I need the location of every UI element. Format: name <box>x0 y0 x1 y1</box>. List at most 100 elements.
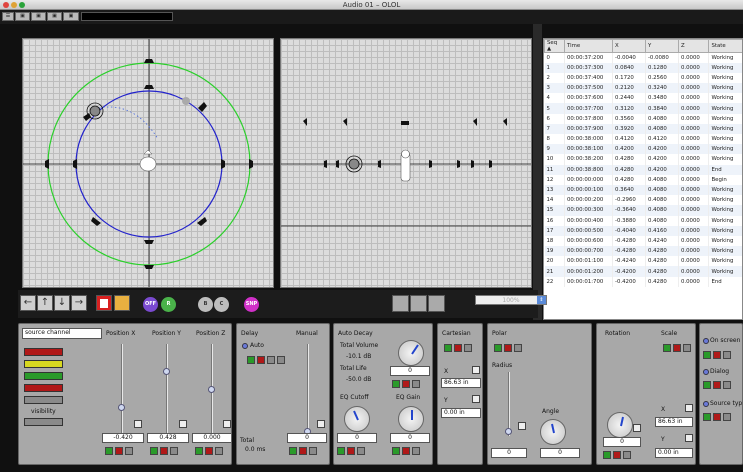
channel-color-green[interactable] <box>24 372 63 380</box>
angle-field[interactable]: 0 <box>540 448 580 458</box>
cart-red[interactable] <box>454 344 462 352</box>
zoom-window-button[interactable] <box>19 2 25 8</box>
type-red[interactable] <box>713 413 721 421</box>
view-button-3[interactable] <box>428 295 445 312</box>
manual-delay-slider[interactable] <box>304 344 311 436</box>
table-row[interactable]: 17 00:00:00:500 -0.4040 0.4160 0.0000 Working <box>544 225 742 236</box>
gain-green[interactable] <box>392 447 400 455</box>
col-header-x[interactable]: X <box>612 39 646 53</box>
manual-red[interactable] <box>299 447 307 455</box>
channel-color-grey[interactable] <box>24 396 63 404</box>
cart-green[interactable] <box>444 344 452 352</box>
side-view-panel[interactable] <box>280 38 532 288</box>
table-row[interactable]: 18 00:00:00:600 -0.4280 0.4240 0.0000 Working <box>544 235 742 247</box>
b-button[interactable]: B <box>198 297 213 312</box>
pos-z-green[interactable] <box>195 447 203 455</box>
table-row[interactable]: 9 00:00:38:100 0.4200 0.4200 0.0000 Working <box>544 144 742 155</box>
channel-color-red-2[interactable] <box>24 384 63 392</box>
rot-x-lock[interactable] <box>685 404 693 412</box>
rot-x-field[interactable]: 86.63 in <box>655 417 693 427</box>
pos-z-red[interactable] <box>205 447 213 455</box>
visibility-toggle[interactable] <box>24 418 63 426</box>
position-y-knob[interactable] <box>163 368 170 376</box>
r-button[interactable]: R <box>161 297 176 312</box>
scale-grey[interactable] <box>683 344 691 352</box>
rotation-dial[interactable] <box>607 412 633 438</box>
eq-cutoff-field[interactable]: 0 <box>337 433 377 443</box>
move-down-button[interactable]: ↓ <box>54 295 70 311</box>
angle-dial[interactable] <box>540 419 566 445</box>
eq-gain-dial[interactable] <box>398 406 424 432</box>
radius-slider[interactable] <box>505 372 512 436</box>
polar-red[interactable] <box>504 344 512 352</box>
move-up-button[interactable]: ↑ <box>37 295 53 311</box>
gain-red[interactable] <box>402 447 410 455</box>
manual-delay-field[interactable]: 0 <box>287 433 327 443</box>
type-grey[interactable] <box>723 413 731 421</box>
eq-gain-field[interactable]: 0 <box>390 433 430 443</box>
table-row[interactable]: 4 00:00:37:600 0.2440 0.3480 0.0000 Working <box>544 93 742 104</box>
top-view-panel[interactable] <box>22 38 274 288</box>
move-left-button[interactable]: ← <box>20 295 36 311</box>
table-row[interactable]: 8 00:00:38:000 0.4120 0.4120 0.0000 Working <box>544 134 742 145</box>
cart-y-lock[interactable] <box>472 395 480 403</box>
volume-dial[interactable] <box>398 340 424 366</box>
pos-x-green[interactable] <box>105 447 113 455</box>
position-z-slider[interactable] <box>208 344 215 436</box>
table-row[interactable]: 5 00:00:37:700 0.3120 0.3840 0.0000 Working <box>544 103 742 114</box>
col-header-time[interactable]: Time <box>564 39 613 53</box>
table-row[interactable]: 19 00:00:00:700 -0.4280 0.4280 0.0000 Working <box>544 246 742 257</box>
position-x-slider[interactable] <box>118 344 125 436</box>
table-row[interactable]: 14 00:00:00:200 -0.2960 0.4080 0.0000 Working <box>544 195 742 206</box>
pos-y-grey[interactable] <box>170 447 178 455</box>
life-green[interactable] <box>392 380 400 388</box>
pos-x-grey[interactable] <box>125 447 133 455</box>
delay-green[interactable] <box>247 356 255 364</box>
table-row[interactable]: 0 00:00:37:200 -0.0040 -0.0080 0.0000 Working <box>544 52 742 63</box>
view-button-2[interactable] <box>410 295 427 312</box>
onscreen-green[interactable] <box>703 351 711 359</box>
position-y-field[interactable]: 0.428 <box>147 433 189 443</box>
toolbar-field[interactable] <box>81 12 173 21</box>
toolbar-button-3[interactable]: ▣ <box>47 12 62 21</box>
snp-button[interactable]: SNP <box>244 297 259 312</box>
dialog-red[interactable] <box>713 381 721 389</box>
folder-icon[interactable] <box>114 295 130 311</box>
chevron-updown-icon[interactable]: ⇕ <box>537 296 546 304</box>
cutoff-grey[interactable] <box>357 447 365 455</box>
onscreen-grey[interactable] <box>723 351 731 359</box>
table-row[interactable]: 7 00:00:37:900 0.3920 0.4080 0.0000 Working <box>544 123 742 134</box>
cutoff-green[interactable] <box>337 447 345 455</box>
col-header-y[interactable]: Y <box>644 39 679 53</box>
rot-y-lock[interactable] <box>685 434 693 442</box>
radius-lock[interactable] <box>518 422 526 430</box>
delay-grey-2[interactable] <box>277 356 285 364</box>
table-row[interactable]: 10 00:00:38:200 0.4280 0.4200 0.0000 Working <box>544 154 742 165</box>
table-row[interactable]: 20 00:00:01:100 -0.4240 0.4280 0.0000 Working <box>544 256 742 267</box>
delay-red[interactable] <box>257 356 265 364</box>
col-header-z[interactable]: Z <box>677 39 710 53</box>
dialog-radio[interactable] <box>703 369 709 375</box>
pos-y-red[interactable] <box>160 447 168 455</box>
cutoff-red[interactable] <box>347 447 355 455</box>
channel-color-yellow[interactable] <box>24 360 63 368</box>
table-row[interactable]: 22 00:00:01:700 -0.4200 0.4280 0.0000 End <box>544 276 742 287</box>
col-header-seq[interactable]: Seq ▲ <box>544 39 565 53</box>
position-z-lock[interactable] <box>223 420 231 428</box>
radius-field[interactable]: 0 <box>491 448 527 458</box>
rot-green[interactable] <box>603 451 611 459</box>
table-row[interactable]: 3 00:00:37:500 0.2120 0.3240 0.0000 Working <box>544 83 742 94</box>
keyframe-table[interactable]: Seq ▲ Time X Y Z State 0 00:00:37:200 -0.0… <box>543 38 743 320</box>
delay-grey[interactable] <box>267 356 275 364</box>
manual-grey[interactable] <box>309 447 317 455</box>
toolbar-button-1[interactable]: ▣ <box>15 12 30 21</box>
table-row[interactable]: 6 00:00:37:800 0.3560 0.4080 0.0000 Working <box>544 113 742 124</box>
life-field[interactable]: 0 <box>390 366 430 376</box>
rot-grey[interactable] <box>623 451 631 459</box>
rotation-lock[interactable] <box>633 424 641 432</box>
table-row[interactable]: 15 00:00:00:300 -0.3640 0.4080 0.0000 Working <box>544 205 742 216</box>
menu-button[interactable]: ☰ <box>2 12 14 21</box>
c-button[interactable]: C <box>214 297 229 312</box>
table-row[interactable]: 2 00:00:37:400 0.1720 0.2560 0.0000 Working <box>544 72 742 84</box>
polar-grey[interactable] <box>514 344 522 352</box>
